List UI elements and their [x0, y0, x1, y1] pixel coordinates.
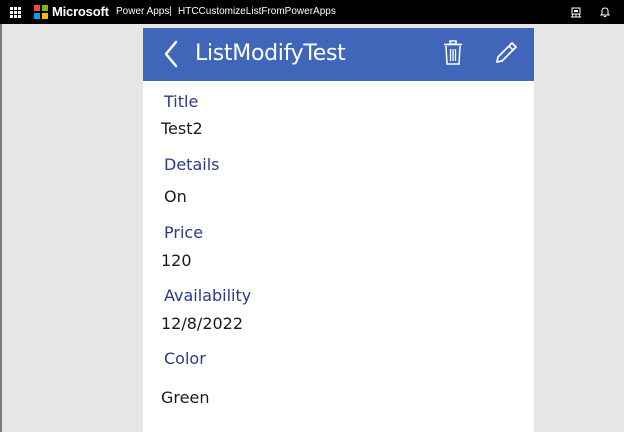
field-label-details: Details	[164, 155, 220, 174]
field-label-availability: Availability	[164, 286, 252, 305]
bell-icon[interactable]	[599, 5, 611, 19]
edit-pencil-icon[interactable]	[493, 40, 519, 66]
brand-name: Microsoft	[52, 4, 109, 19]
waffle-icon[interactable]	[10, 7, 21, 18]
app-name-link[interactable]: Power Apps	[116, 6, 169, 17]
field-value-color: Green	[161, 388, 210, 407]
back-chevron-icon[interactable]	[161, 40, 183, 68]
top-header-bar: Microsoft Power Apps | HTCCustomizeListF…	[0, 0, 624, 24]
environment-icon[interactable]	[570, 5, 582, 19]
microsoft-logo	[34, 5, 48, 19]
field-value-price: 120	[161, 251, 192, 270]
screen-title: ListModifyTest	[195, 41, 346, 66]
field-value-details: On	[164, 187, 187, 206]
field-label-color: Color	[164, 349, 206, 368]
field-label-price: Price	[164, 223, 204, 242]
field-label-title: Title	[164, 92, 199, 111]
header-separator: |	[169, 6, 172, 17]
screen-header: ListModifyTest	[143, 28, 534, 81]
field-value-title: Test2	[161, 119, 203, 138]
app-screen: ListModifyTest Title Test2 Details On Pr…	[143, 28, 534, 432]
app-title: HTCCustomizeListFromPowerApps	[178, 6, 336, 17]
trash-icon[interactable]	[443, 40, 463, 66]
field-value-availability: 12/8/2022	[161, 314, 244, 333]
